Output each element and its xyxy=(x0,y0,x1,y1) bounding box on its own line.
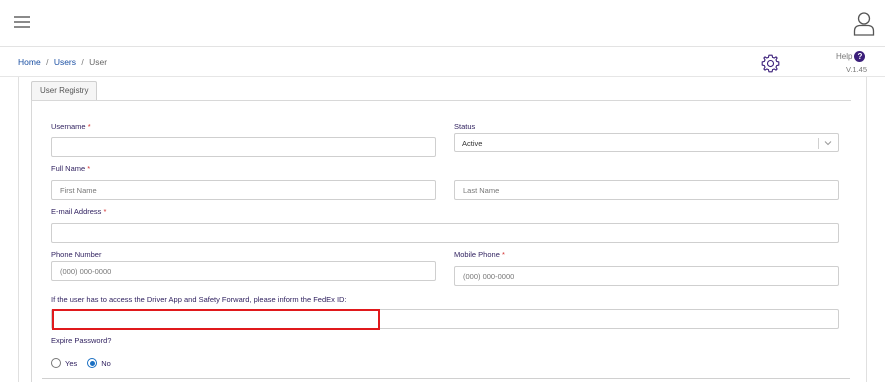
gear-icon[interactable] xyxy=(761,54,780,73)
tab-user-registry[interactable]: User Registry xyxy=(31,81,98,101)
content-border-left xyxy=(18,77,19,382)
username-label-text: Username xyxy=(51,122,86,131)
expire-password-options: Yes No xyxy=(51,358,121,368)
radio-label-no: No xyxy=(101,358,111,368)
content-border-right xyxy=(866,77,867,382)
required-mark: * xyxy=(103,207,107,216)
breadcrumb-home[interactable]: Home xyxy=(18,57,41,67)
required-mark: * xyxy=(87,122,91,131)
top-bar xyxy=(0,0,885,47)
breadcrumb-users[interactable]: Users xyxy=(54,57,76,67)
email-input[interactable] xyxy=(51,223,839,243)
tab-bar: User Registry xyxy=(31,80,98,101)
version-label: V.1.45 xyxy=(846,65,867,74)
last-name-input[interactable] xyxy=(454,180,839,200)
user-icon[interactable] xyxy=(853,11,875,36)
expire-password-no-radio[interactable] xyxy=(87,358,98,368)
mobile-label: Mobile Phone * xyxy=(454,250,505,259)
status-label: Status xyxy=(454,122,476,131)
breadcrumb: Home / Users / User xyxy=(18,57,107,67)
username-input[interactable] xyxy=(51,137,436,157)
select-divider xyxy=(818,138,819,149)
required-mark: * xyxy=(501,250,505,259)
chevron-down-icon xyxy=(824,141,832,146)
phone-label: Phone Number xyxy=(51,250,102,259)
first-name-input[interactable] xyxy=(51,180,436,200)
form-bottom-divider xyxy=(42,378,850,379)
breadcrumb-separator: / xyxy=(46,57,49,67)
expire-password-yes-radio[interactable] xyxy=(51,358,61,368)
username-label: Username * xyxy=(51,122,91,131)
mobile-input[interactable] xyxy=(454,266,839,286)
full-name-label: Full Name * xyxy=(51,164,90,173)
help-link[interactable]: Help ? xyxy=(836,51,866,62)
breadcrumb-bar: Home / Users / User xyxy=(0,48,885,77)
email-label: E-mail Address * xyxy=(51,207,106,216)
status-selected-value: Active xyxy=(462,139,483,148)
fedex-id-highlight xyxy=(52,309,380,330)
expire-password-label: Expire Password? xyxy=(51,336,112,345)
help-icon: ? xyxy=(854,51,866,62)
help-label: Help xyxy=(836,52,853,61)
breadcrumb-current: User xyxy=(89,57,108,67)
phone-input[interactable] xyxy=(51,261,436,281)
status-select[interactable]: Active xyxy=(454,133,839,152)
hamburger-icon[interactable] xyxy=(14,16,30,28)
full-name-label-text: Full Name xyxy=(51,164,86,173)
fedex-id-label: If the user has to access the Driver App… xyxy=(51,295,347,304)
email-label-text: E-mail Address xyxy=(51,207,102,216)
required-mark: * xyxy=(87,164,91,173)
radio-label-yes: Yes xyxy=(65,358,78,368)
breadcrumb-separator: / xyxy=(81,57,84,67)
mobile-label-text: Mobile Phone xyxy=(454,250,500,259)
